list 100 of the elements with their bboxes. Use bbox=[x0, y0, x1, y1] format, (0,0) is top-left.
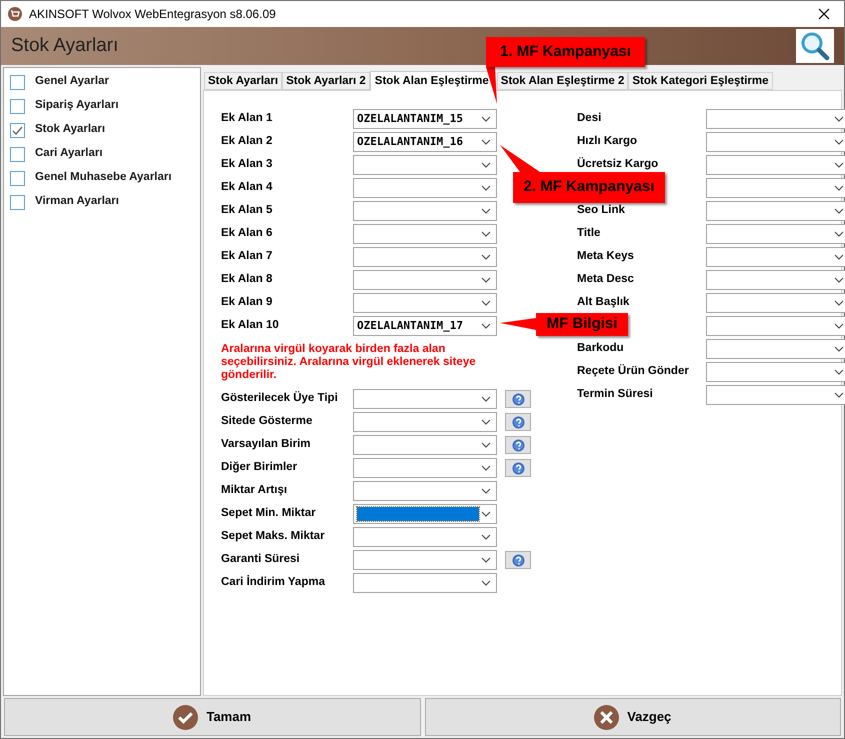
dropdown-field[interactable]: OZELALANTANIM_17 bbox=[353, 316, 497, 336]
dropdown-field[interactable] bbox=[706, 132, 845, 152]
help-button[interactable] bbox=[505, 459, 531, 477]
help-icon bbox=[512, 462, 524, 474]
dropdown-field[interactable] bbox=[706, 316, 845, 336]
chevron-down-icon bbox=[834, 391, 844, 399]
dropdown-value: OZELALANTANIM_17 bbox=[357, 318, 463, 334]
checkbox[interactable] bbox=[10, 98, 25, 114]
search-icon bbox=[800, 31, 830, 61]
sidebar-item-label[interactable]: Stok Ayarları bbox=[35, 121, 106, 139]
field-label: Ek Alan 4 bbox=[221, 180, 274, 196]
dropdown-field[interactable] bbox=[353, 293, 497, 313]
chevron-down-icon bbox=[481, 161, 491, 169]
checkbox[interactable] bbox=[10, 74, 25, 90]
sidebar-item-label[interactable]: Virman Ayarları bbox=[35, 193, 119, 211]
dropdown-field[interactable] bbox=[353, 504, 497, 524]
checkbox[interactable] bbox=[10, 194, 25, 210]
dropdown-field[interactable] bbox=[706, 178, 845, 198]
field-label: Miktar Artışı bbox=[221, 483, 288, 498]
chevron-down-icon bbox=[834, 368, 844, 376]
dropdown-field[interactable] bbox=[353, 550, 497, 570]
checkbox[interactable] bbox=[10, 146, 25, 162]
header-title: Stok Ayarları bbox=[11, 34, 118, 58]
chevron-down-icon bbox=[481, 276, 491, 284]
help-button[interactable] bbox=[505, 436, 531, 454]
checkbox[interactable] bbox=[10, 170, 25, 186]
chevron-down-icon bbox=[834, 230, 844, 238]
chevron-down-icon bbox=[481, 322, 491, 330]
tab[interactable]: Stok Alan Eşleştirme bbox=[370, 71, 494, 91]
dropdown-value: OZELALANTANIM_15 bbox=[357, 110, 463, 127]
cancel-button[interactable]: Vazgeç bbox=[424, 698, 841, 736]
dropdown-field[interactable] bbox=[706, 109, 845, 129]
chevron-down-icon bbox=[834, 161, 844, 169]
dropdown-field[interactable] bbox=[706, 224, 845, 244]
checkbox[interactable] bbox=[10, 122, 25, 138]
chevron-down-icon bbox=[481, 579, 491, 587]
field-label: Ek Alan 7 bbox=[221, 249, 274, 264]
dropdown-field[interactable] bbox=[706, 293, 845, 313]
close-icon[interactable] bbox=[818, 8, 830, 20]
field-label: Reçete Ürün Gönder bbox=[577, 363, 690, 380]
callout-label: 1. MF Kampanyası bbox=[486, 37, 645, 67]
sidebar-item-label[interactable]: Genel Muhasebe Ayarları bbox=[35, 169, 172, 187]
tab[interactable]: Stok Alan Eşleştirme 2 bbox=[496, 72, 628, 90]
dropdown-field[interactable] bbox=[706, 385, 845, 405]
chevron-down-icon bbox=[481, 299, 491, 307]
dropdown-field[interactable]: OZELALANTANIM_16 bbox=[353, 132, 497, 152]
dropdown-field[interactable] bbox=[353, 178, 497, 198]
chevron-down-icon bbox=[481, 556, 491, 564]
dropdown-field[interactable]: OZELALANTANIM_15 bbox=[353, 109, 497, 129]
tab[interactable]: Stok Kategori Eşleştirme bbox=[628, 72, 772, 90]
dropdown-field[interactable] bbox=[353, 573, 497, 593]
dropdown-field[interactable] bbox=[706, 247, 845, 267]
sidebar-item-label[interactable]: Genel Ayarlar bbox=[35, 73, 109, 91]
field-label: Ek Alan 5 bbox=[221, 203, 274, 218]
chevron-down-icon bbox=[481, 464, 491, 472]
sidebar-item-label[interactable]: Sipariş Ayarları bbox=[35, 97, 119, 115]
dropdown-field[interactable] bbox=[353, 458, 497, 478]
field-label: Ek Alan 8 bbox=[221, 272, 274, 288]
dropdown-field[interactable] bbox=[353, 527, 497, 547]
dropdown-value: OZELALANTANIM_16 bbox=[357, 134, 463, 150]
help-button[interactable] bbox=[505, 390, 531, 408]
field-label: Ücretsiz Kargo bbox=[577, 156, 660, 172]
chevron-down-icon bbox=[481, 441, 491, 449]
dropdown-field[interactable] bbox=[353, 201, 497, 221]
field-label: Diğer Birimler bbox=[221, 460, 298, 476]
dropdown-field[interactable] bbox=[353, 389, 497, 409]
help-button[interactable] bbox=[505, 551, 531, 569]
field-label: Sepet Min. Miktar bbox=[221, 506, 317, 522]
dropdown-field[interactable] bbox=[353, 270, 497, 290]
tab[interactable]: Stok Ayarları 2 bbox=[282, 72, 370, 90]
help-icon bbox=[512, 416, 524, 428]
dropdown-field[interactable] bbox=[706, 270, 845, 290]
search-button[interactable] bbox=[796, 29, 834, 63]
dropdown-field[interactable] bbox=[353, 224, 497, 244]
help-button[interactable] bbox=[505, 413, 531, 431]
help-icon bbox=[512, 392, 524, 406]
field-label: Termin Süresi bbox=[577, 387, 654, 402]
field-label: Meta Desc bbox=[577, 272, 635, 288]
hint-text: Aralarına virgül koyarak birden fazla alan seçebilirsiniz. Aralarına virgül eklenerek siteye gönderilir. bbox=[221, 343, 477, 382]
sidebar-item-label[interactable]: Cari Ayarları bbox=[35, 145, 103, 163]
field-label: Alt Başlık bbox=[577, 295, 630, 310]
dropdown-field[interactable] bbox=[706, 339, 845, 359]
field-label: Gösterilecek Üye Tipi bbox=[221, 390, 339, 406]
dropdown-field[interactable] bbox=[706, 155, 845, 175]
field-label: Ek Alan 2 bbox=[221, 134, 274, 150]
chevron-down-icon bbox=[834, 345, 844, 353]
chevron-down-icon bbox=[834, 207, 844, 215]
chevron-down-icon bbox=[481, 395, 491, 403]
dropdown-field[interactable] bbox=[353, 435, 497, 455]
field-label: Seo Link bbox=[577, 203, 626, 218]
dropdown-field[interactable] bbox=[353, 412, 497, 432]
dropdown-field[interactable] bbox=[353, 247, 497, 267]
dropdown-field[interactable] bbox=[706, 201, 845, 221]
chevron-down-icon bbox=[481, 207, 491, 215]
tab[interactable]: Stok Ayarları bbox=[204, 72, 282, 90]
dropdown-field[interactable] bbox=[353, 481, 497, 501]
ok-button[interactable]: Tamam bbox=[4, 698, 420, 736]
dropdown-field[interactable] bbox=[706, 362, 845, 382]
dropdown-field[interactable] bbox=[353, 155, 497, 175]
chevron-down-icon bbox=[834, 299, 844, 307]
